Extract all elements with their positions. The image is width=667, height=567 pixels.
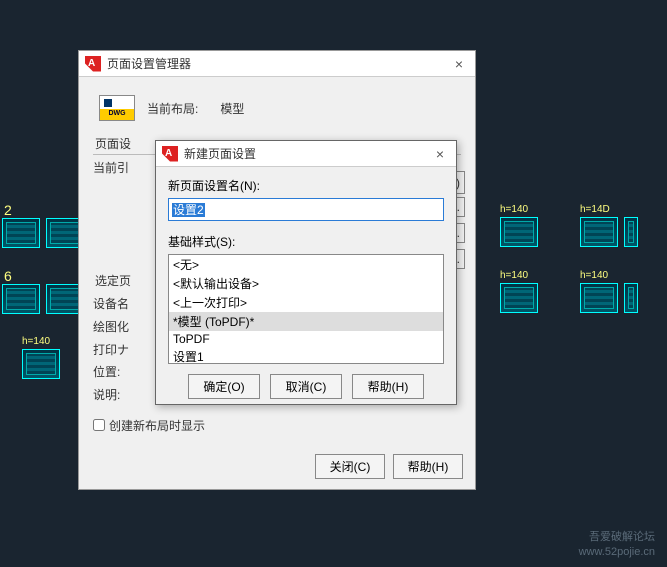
close-button[interactable]: 关闭(C) xyxy=(315,454,385,479)
thumb xyxy=(2,218,40,248)
show-on-new-layout-label: 创建新布局时显示 xyxy=(109,417,205,434)
new-page-setup-dialog: 新建页面设置 × 新页面设置名(N): 设置2 基础样式(S): <无> <默认… xyxy=(155,140,457,405)
autocad-icon xyxy=(162,146,178,162)
current-setup-label: 当前引 xyxy=(93,161,129,175)
dwg-icon: DWG xyxy=(99,95,135,121)
dialog-title: 页面设置管理器 xyxy=(107,55,449,72)
ok-button[interactable]: 确定(O) xyxy=(188,374,260,399)
page-setup-group-label: 页面设 xyxy=(95,137,131,151)
close-icon[interactable]: × xyxy=(430,146,450,162)
new-name-input[interactable]: 设置2 xyxy=(168,198,444,221)
group-number-6: 6 xyxy=(4,268,12,284)
group-number-2: 2 xyxy=(4,202,12,218)
list-item[interactable]: *模型 (ToPDF)* xyxy=(169,312,443,331)
thumb xyxy=(22,349,60,379)
show-on-new-layout-checkbox[interactable] xyxy=(93,419,105,431)
list-item[interactable]: <上一次打印> xyxy=(169,293,443,312)
thumb xyxy=(2,284,40,314)
height-label: h=140 xyxy=(580,270,640,281)
current-layout-value: 模型 xyxy=(220,100,244,117)
list-item[interactable]: <默认输出设备> xyxy=(169,274,443,293)
list-item[interactable]: <无> xyxy=(169,255,443,274)
title-bar: 页面设置管理器 × xyxy=(79,51,475,77)
height-label: h=140 xyxy=(500,270,540,281)
thumb xyxy=(580,283,618,313)
list-item[interactable]: 设置1 xyxy=(169,347,443,364)
height-label: h=14D xyxy=(580,204,640,215)
help-button[interactable]: 帮助(H) xyxy=(393,454,463,479)
current-layout-label: 当前布局: xyxy=(147,100,198,117)
thumb xyxy=(624,217,638,247)
selected-setup-group-label: 选定页 xyxy=(95,274,131,288)
base-style-list[interactable]: <无> <默认输出设备> <上一次打印> *模型 (ToPDF)* ToPDF … xyxy=(168,254,444,364)
height-label: h=140 xyxy=(22,336,62,347)
cancel-button[interactable]: 取消(C) xyxy=(270,374,342,399)
watermark: 吾爱破解论坛 www.52pojie.cn xyxy=(579,530,655,559)
list-item[interactable]: ToPDF xyxy=(169,331,443,347)
autocad-icon xyxy=(85,56,101,72)
meta-device-label: 设备名 xyxy=(93,293,153,316)
meta-print-label: 打印ナ xyxy=(93,339,153,362)
meta-plotter-label: 绘图化 xyxy=(93,316,153,339)
new-name-label: 新页面设置名(N): xyxy=(168,177,444,194)
thumb xyxy=(624,283,638,313)
help-button[interactable]: 帮助(H) xyxy=(352,374,424,399)
dialog-title: 新建页面设置 xyxy=(184,145,430,162)
title-bar: 新建页面设置 × xyxy=(156,141,456,167)
meta-desc-label: 说明: xyxy=(93,384,153,407)
thumb xyxy=(580,217,618,247)
meta-position-label: 位置: xyxy=(93,361,153,384)
base-style-label: 基础样式(S): xyxy=(168,233,444,250)
height-label: h=140 xyxy=(500,204,540,215)
close-icon[interactable]: × xyxy=(449,56,469,72)
thumb xyxy=(500,217,538,247)
thumb xyxy=(500,283,538,313)
